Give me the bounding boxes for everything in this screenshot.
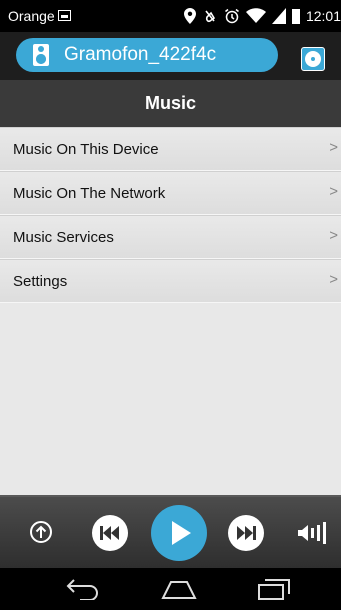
page-title: Music xyxy=(0,80,341,127)
wifi-icon xyxy=(245,8,266,23)
system-nav-bar xyxy=(0,568,341,610)
player-bar xyxy=(0,495,341,568)
now-playing-button[interactable] xyxy=(301,47,325,71)
signal-icon xyxy=(271,8,286,24)
chevron-right-icon: > xyxy=(329,139,338,156)
device-name: Gramofon_422f4c xyxy=(64,44,217,65)
status-bar: Orange 12:01 xyxy=(0,0,341,32)
menu-list: Music On This Device > Music On The Netw… xyxy=(0,127,341,303)
chevron-right-icon: > xyxy=(329,271,338,288)
volume-button[interactable] xyxy=(298,521,330,545)
clock-label: 12:01 xyxy=(305,8,341,24)
previous-icon xyxy=(100,526,119,540)
alarm-icon xyxy=(224,8,239,24)
menu-item-settings[interactable]: Settings > xyxy=(0,259,341,303)
previous-button[interactable] xyxy=(92,515,128,551)
back-icon[interactable] xyxy=(66,578,100,600)
play-button[interactable] xyxy=(151,505,207,561)
home-icon[interactable] xyxy=(161,578,197,600)
next-icon xyxy=(237,526,256,540)
device-header: Gramofon_422f4c xyxy=(0,32,341,80)
menu-item-music-services[interactable]: Music Services > xyxy=(0,215,341,259)
next-button[interactable] xyxy=(228,515,264,551)
mute-icon xyxy=(205,10,216,23)
carrier-label: Orange xyxy=(8,8,55,24)
menu-item-music-on-this-device[interactable]: Music On This Device > xyxy=(0,127,341,171)
disc-icon xyxy=(305,51,321,67)
chevron-right-icon: > xyxy=(329,227,338,244)
device-selector-button[interactable]: Gramofon_422f4c xyxy=(16,38,278,72)
volume-icon xyxy=(298,522,326,544)
recents-icon[interactable] xyxy=(257,578,291,600)
battery-icon xyxy=(291,9,300,24)
image-notification-icon xyxy=(58,10,71,21)
up-arrow-button[interactable] xyxy=(30,521,52,543)
menu-item-label: Music On The Network xyxy=(13,185,166,202)
menu-item-music-on-the-network[interactable]: Music On The Network > xyxy=(0,171,341,215)
menu-item-label: Music On This Device xyxy=(13,141,159,158)
speaker-icon xyxy=(33,44,49,66)
up-icon xyxy=(35,525,47,538)
location-icon xyxy=(183,8,196,24)
menu-item-label: Music Services xyxy=(13,229,114,246)
status-icons: 12:01 xyxy=(183,6,341,26)
play-icon xyxy=(172,521,191,545)
menu-item-label: Settings xyxy=(13,273,68,290)
chevron-right-icon: > xyxy=(329,183,338,200)
